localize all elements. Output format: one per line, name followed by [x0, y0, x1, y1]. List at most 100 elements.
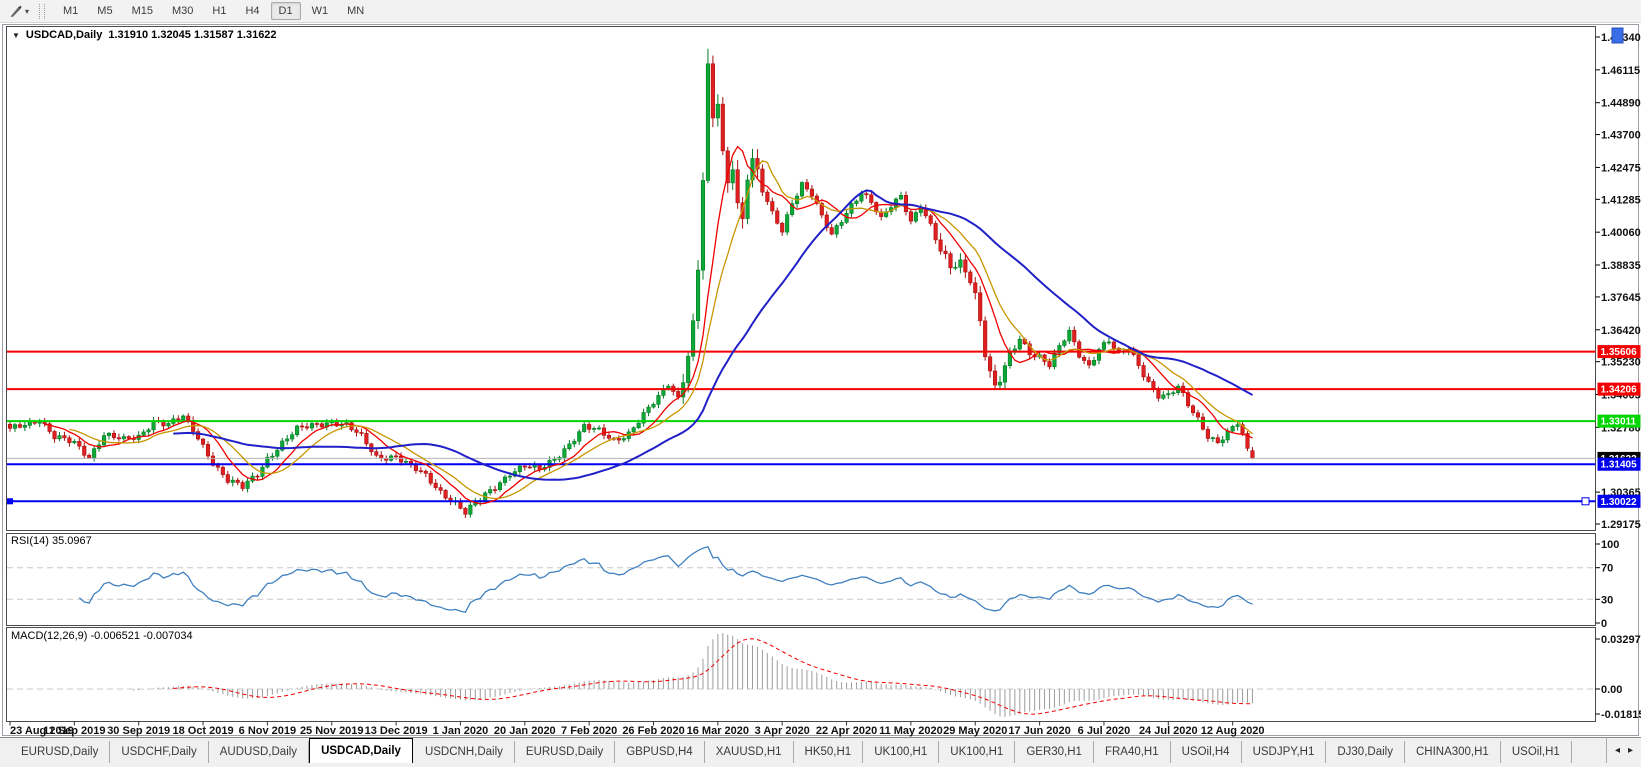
tab-usoil-h1[interactable]: USOil,H1	[1501, 741, 1572, 763]
tab-eurusd-daily[interactable]: EURUSD,Daily	[515, 741, 615, 763]
date-tick-label: 30 Sep 2019	[107, 725, 170, 737]
rsi-name: RSI(14)	[11, 535, 49, 547]
macd-tick-label: 0.00	[1601, 684, 1622, 696]
macd-values: -0.006521 -0.007034	[90, 630, 192, 642]
timeframe-button-w1[interactable]: W1	[304, 2, 337, 20]
level-handle-right[interactable]	[1582, 498, 1589, 505]
tab-audusd-daily[interactable]: AUDUSD,Daily	[209, 741, 309, 763]
toolbar-grip[interactable]	[39, 4, 45, 19]
macd-name: MACD(12,26,9)	[11, 630, 87, 642]
price-tick-label: 1.42475	[1601, 162, 1641, 174]
date-tick-label: 20 Jan 2020	[494, 725, 556, 737]
tab-uk100-h1[interactable]: UK100,H1	[939, 741, 1015, 763]
candle	[691, 314, 695, 361]
rsi-tick-label: 70	[1601, 563, 1613, 575]
candle	[761, 164, 765, 196]
cursor-tool-glyph	[8, 4, 23, 19]
date-tick-label: 17 Jun 2020	[1008, 725, 1070, 737]
price-level-badge-text: 1.34206	[1601, 385, 1638, 396]
tab-usdjpy-h1[interactable]: USDJPY,H1	[1242, 741, 1327, 763]
candle	[696, 260, 700, 329]
chart-symbol-timeframe: USDCAD,Daily	[26, 29, 102, 41]
date-tick-label: 29 May 2020	[943, 725, 1007, 737]
symbol-dropdown-icon[interactable]: ▼	[12, 31, 20, 40]
date-tick-label: 22 Apr 2020	[816, 725, 877, 737]
tab-dj30-daily[interactable]: DJ30,Daily	[1326, 741, 1405, 763]
level-handle-left[interactable]	[7, 498, 13, 504]
tab-eurusd-daily[interactable]: EURUSD,Daily	[10, 741, 110, 763]
date-tick-label: 26 Feb 2020	[622, 725, 684, 737]
date-tick-label: 16 Mar 2020	[687, 725, 749, 737]
date-tick-label: 3 Apr 2020	[755, 725, 810, 737]
price-tick-label: 1.43700	[1601, 130, 1641, 142]
tab-fra40-h1[interactable]: FRA40,H1	[1094, 741, 1171, 763]
price-level-badge-text: 1.30022	[1601, 497, 1638, 508]
macd-tick-label: 0.032972	[1601, 634, 1641, 646]
macd-indicator-label: MACD(12,26,9) -0.006521 -0.007034	[11, 630, 193, 642]
date-tick-label: 1 Jan 2020	[433, 725, 489, 737]
tab-usdchf-daily[interactable]: USDCHF,Daily	[110, 741, 208, 763]
cursor-tool-icon[interactable]	[6, 3, 24, 19]
tool-dropdown-caret-icon[interactable]: ▾	[25, 7, 29, 16]
tab-hk50-h1[interactable]: HK50,H1	[794, 741, 864, 763]
date-tick-label: 18 Oct 2019	[172, 725, 233, 737]
price-tick-label: 1.38835	[1601, 260, 1641, 272]
timeframe-button-d1[interactable]: D1	[271, 2, 301, 20]
candle	[711, 56, 715, 128]
candle	[969, 270, 973, 286]
tab-china300-h1[interactable]: CHINA300,H1	[1405, 741, 1501, 763]
candle	[914, 210, 918, 223]
timeframe-button-m1[interactable]: M1	[55, 2, 86, 20]
macd-tick-label: -0.018154	[1601, 709, 1641, 721]
price-tick-label: 1.40060	[1601, 227, 1641, 239]
timeframe-button-h1[interactable]: H1	[204, 2, 234, 20]
tab-usdcad-daily[interactable]: USDCAD,Daily	[309, 738, 413, 763]
chart-ohlc-values: 1.31910 1.32045 1.31587 1.31622	[108, 29, 276, 41]
chart-scrollbar-thumb[interactable]	[1612, 28, 1623, 43]
chart-window: 1.473401.461151.448901.437001.424751.412…	[0, 23, 1641, 737]
symbol-tab-bar: EURUSD,DailyUSDCHF,DailyAUDUSD,DailyUSDC…	[0, 737, 1641, 763]
symbol-tabs: EURUSD,DailyUSDCHF,DailyAUDUSD,DailyUSDC…	[0, 737, 1606, 763]
rsi-tick-label: 100	[1601, 539, 1619, 551]
timeframe-button-h4[interactable]: H4	[237, 2, 267, 20]
date-tick-label: 12 Aug 2020	[1201, 725, 1265, 737]
candle	[701, 172, 705, 279]
price-level-badge-text: 1.35606	[1601, 347, 1638, 358]
main-pane	[7, 27, 1596, 531]
candle	[983, 316, 987, 360]
date-tick-label: 7 Feb 2020	[561, 725, 617, 737]
date-tick-label: 6 Jul 2020	[1078, 725, 1131, 737]
tab-usdcnh-daily[interactable]: USDCNH,Daily	[414, 741, 515, 763]
date-tick-label: 13 Dec 2019	[365, 725, 428, 737]
date-tick-label: 24 Jul 2020	[1139, 725, 1198, 737]
tab-scroll-right-button[interactable]: ▸	[1628, 745, 1633, 756]
timeframe-buttons: M1M5M15M30H1H4D1W1MN	[55, 2, 372, 20]
tab-usoil-h4[interactable]: USOil,H4	[1171, 741, 1242, 763]
rsi-value: 35.0967	[52, 535, 92, 547]
price-tick-label: 1.46115	[1601, 65, 1640, 77]
tab-uk100-h1[interactable]: UK100,H1	[863, 741, 939, 763]
price-axis: 1.473401.461151.448901.437001.424751.412…	[1596, 32, 1641, 531]
date-tick-label: 25 Nov 2019	[300, 725, 364, 737]
timeframe-button-mn[interactable]: MN	[339, 2, 372, 20]
date-tick-label: 6 Nov 2019	[239, 725, 296, 737]
timeframe-button-m5[interactable]: M5	[89, 2, 120, 20]
candle	[800, 181, 804, 199]
timeframe-button-m30[interactable]: M30	[164, 2, 201, 20]
toolbar: ▾ M1M5M15M30H1H4D1W1MN	[0, 0, 1641, 23]
tab-gbpusd-h4[interactable]: GBPUSD,H4	[615, 741, 704, 763]
price-tick-label: 1.37645	[1601, 292, 1641, 304]
price-level-badge-text: 1.33011	[1601, 417, 1637, 428]
tab-xauusd-h1[interactable]: XAUUSD,H1	[705, 741, 794, 763]
candle	[706, 49, 710, 184]
price-tick-label: 1.36420	[1601, 325, 1641, 337]
price-tick-label: 1.41285	[1601, 194, 1641, 206]
timeframe-button-m15[interactable]: M15	[124, 2, 161, 20]
date-tick-label: 11 May 2020	[879, 725, 943, 737]
main-chart-svg[interactable]: 1.473401.461151.448901.437001.424751.412…	[0, 23, 1641, 737]
tab-scroll-left-button[interactable]: ◂	[1615, 745, 1620, 756]
tab-ger30-h1[interactable]: GER30,H1	[1015, 741, 1094, 763]
rsi-tick-label: 30	[1601, 594, 1613, 606]
date-tick-label: 11 Sep 2019	[43, 725, 105, 737]
price-tick-label: 1.44890	[1601, 98, 1641, 110]
